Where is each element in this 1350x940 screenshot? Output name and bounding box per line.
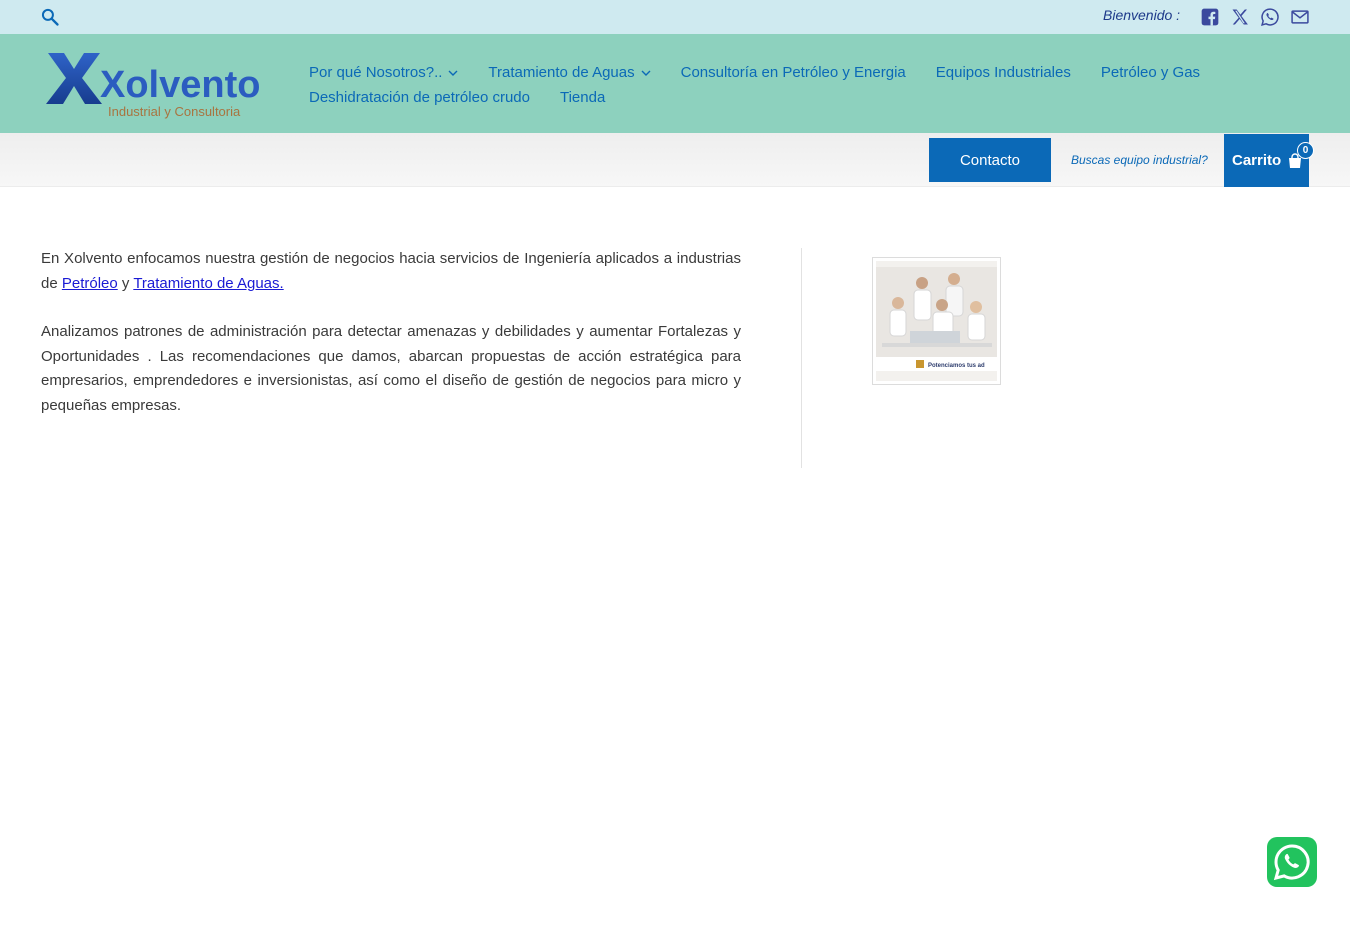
sidebar-divider <box>801 248 802 468</box>
x-icon[interactable] <box>1230 7 1250 27</box>
facebook-icon[interactable] <box>1200 7 1220 27</box>
top-bar: Bienvenido : <box>0 0 1350 34</box>
whatsapp-icon <box>1273 844 1310 881</box>
site-header: Xolvento Industrial y Consultoria Por qu… <box>0 34 1350 133</box>
nav-equipos-industriales[interactable]: Equipos Industriales <box>936 64 1071 81</box>
chevron-down-icon <box>448 70 458 76</box>
cart-button[interactable]: Carrito 0 <box>1224 134 1314 187</box>
nav-por-que-nosotros[interactable]: Por qué Nosotros?.. <box>309 64 458 81</box>
contact-button[interactable]: Contacto <box>929 138 1051 182</box>
petroleo-link[interactable]: Petróleo <box>62 275 118 292</box>
nav-deshidratacion-petroleo-crudo[interactable]: Deshidratación de petróleo crudo <box>309 89 530 106</box>
cart-label: Carrito <box>1232 152 1282 169</box>
tratamiento-aguas-link[interactable]: Tratamiento de Aguas. <box>133 275 283 292</box>
secondary-header: Contacto Buscas equipo industrial? Carri… <box>0 133 1350 187</box>
main-navigation: Por qué Nosotros?.. Tratamiento de Aguas… <box>309 60 1309 110</box>
team-photo[interactable]: Potenciamos tus ad <box>872 257 1001 385</box>
team-photo-illustration: Potenciamos tus ad <box>876 261 997 381</box>
chevron-down-icon <box>641 70 651 76</box>
nav-consultoria-petroleo-energia[interactable]: Consultoría en Petróleo y Energia <box>681 64 906 81</box>
search-icon[interactable] <box>40 7 60 27</box>
search-equipment-link[interactable]: Buscas equipo industrial? <box>1071 153 1208 167</box>
email-icon[interactable] <box>1290 7 1310 27</box>
nav-tienda[interactable]: Tienda <box>560 89 605 106</box>
nav-petroleo-y-gas[interactable]: Petróleo y Gas <box>1101 64 1200 81</box>
xolvento-logo[interactable]: Xolvento Industrial y Consultoria <box>44 50 260 120</box>
main-content: En Xolvento enfocamos nuestra gestión de… <box>41 247 741 443</box>
image-caption: Potenciamos tus ad <box>928 363 985 369</box>
intro-paragraph: En Xolvento enfocamos nuestra gestión de… <box>41 250 741 292</box>
whatsapp-chat-button[interactable] <box>1267 837 1317 887</box>
logo-subtitle: Industrial y Consultoria <box>108 104 241 119</box>
welcome-text: Bienvenido : <box>1103 7 1181 23</box>
cart-count-badge: 0 <box>1297 142 1314 159</box>
analysis-paragraph: Analizamos patrones de administración pa… <box>41 323 741 414</box>
logo-wordmark: Xolvento <box>100 64 260 106</box>
nav-tratamiento-de-aguas[interactable]: Tratamiento de Aguas <box>488 64 651 81</box>
whatsapp-icon[interactable] <box>1260 7 1280 27</box>
